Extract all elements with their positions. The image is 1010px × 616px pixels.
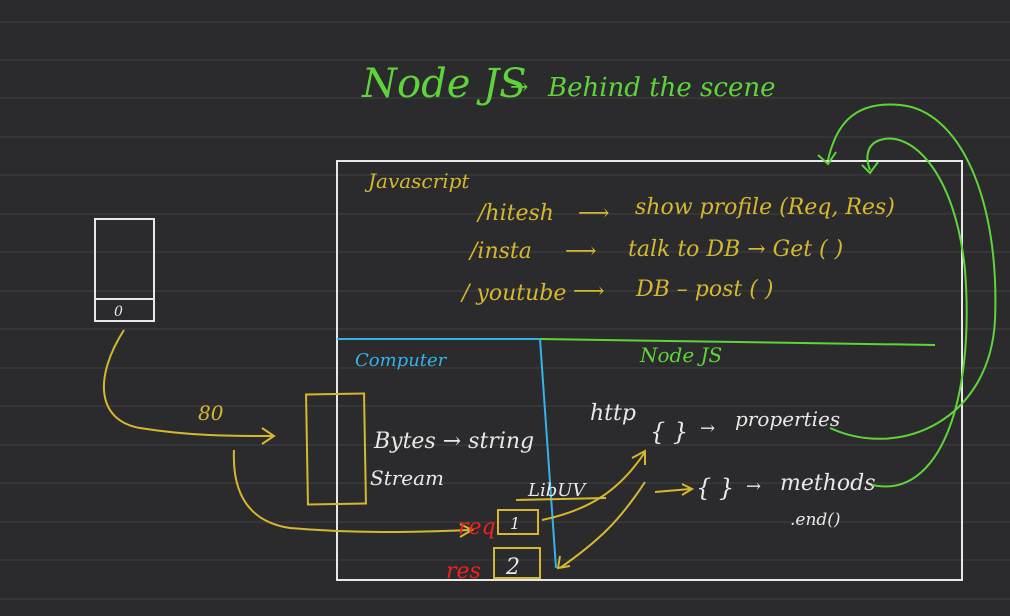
- node-js-label: Node JS: [639, 343, 722, 367]
- stream-label: Stream: [370, 466, 444, 490]
- title-node-js: Node JS: [361, 61, 527, 107]
- javascript-label: Javascript: [364, 169, 470, 193]
- methods-label: methods: [780, 471, 876, 496]
- page-title: Node JS → Behind the scene: [361, 61, 775, 107]
- properties-curve: [827, 103, 997, 440]
- route-path-insta: /insta: [468, 239, 532, 264]
- route-path-hitesh: /hitesh: [476, 201, 554, 226]
- port-to-req-arrow: [232, 449, 471, 533]
- route-target-youtube: DB – post ( ): [635, 277, 773, 302]
- methods-braces: { }: [696, 474, 734, 502]
- routes: /hitesh ⟶ show profile (Req, Res) /insta…: [460, 195, 895, 306]
- res-label: res: [446, 559, 481, 584]
- client-to-stream-arrow: [102, 329, 273, 437]
- http-label: http: [590, 401, 636, 426]
- http-section: http { } → properties { } → methods .end…: [590, 401, 876, 530]
- route-target-insta: talk to DB → Get ( ): [628, 237, 843, 262]
- res-box-number: 2: [505, 555, 520, 580]
- end-method-label: .end(): [790, 510, 841, 530]
- curve-arrowhead-1: [817, 151, 837, 166]
- route-path-youtube: / youtube: [460, 281, 566, 306]
- bytes-to-string-label: Bytes → string: [373, 429, 534, 454]
- stream-text: Bytes → string Stream LibUV: [370, 429, 587, 501]
- port-label: 80: [198, 401, 224, 425]
- whiteboard: Node JS → Behind the scene Javascript /h…: [0, 21, 1010, 600]
- methods-pointer-arrow: [654, 488, 691, 493]
- libuv-label: LibUV: [527, 480, 587, 501]
- title-arrow: →: [510, 75, 528, 100]
- methods-curve: [866, 137, 968, 488]
- methods-arrow: →: [746, 476, 761, 497]
- node-divider: [539, 338, 936, 346]
- route-arrow-1: ⟶: [578, 201, 610, 226]
- client-device: [94, 218, 155, 322]
- req-box-number: 1: [510, 514, 520, 533]
- route-target-hitesh: show profile (Req, Res): [635, 195, 895, 220]
- route-arrow-3: ⟶: [573, 279, 605, 304]
- route-arrow-2: ⟶: [565, 239, 597, 264]
- phone-body: [94, 218, 155, 322]
- computer-vertical-divider: [539, 338, 557, 569]
- properties-label: properties: [735, 407, 840, 431]
- properties-braces: { }: [650, 418, 688, 446]
- req-label: req: [458, 515, 496, 540]
- title-behind-the-scene: Behind the scene: [547, 73, 775, 103]
- properties-arrow: →: [700, 418, 715, 439]
- computer-label: Computer: [355, 350, 448, 371]
- phone-button-label: 0: [114, 304, 123, 320]
- ruled-lines: [0, 21, 1010, 600]
